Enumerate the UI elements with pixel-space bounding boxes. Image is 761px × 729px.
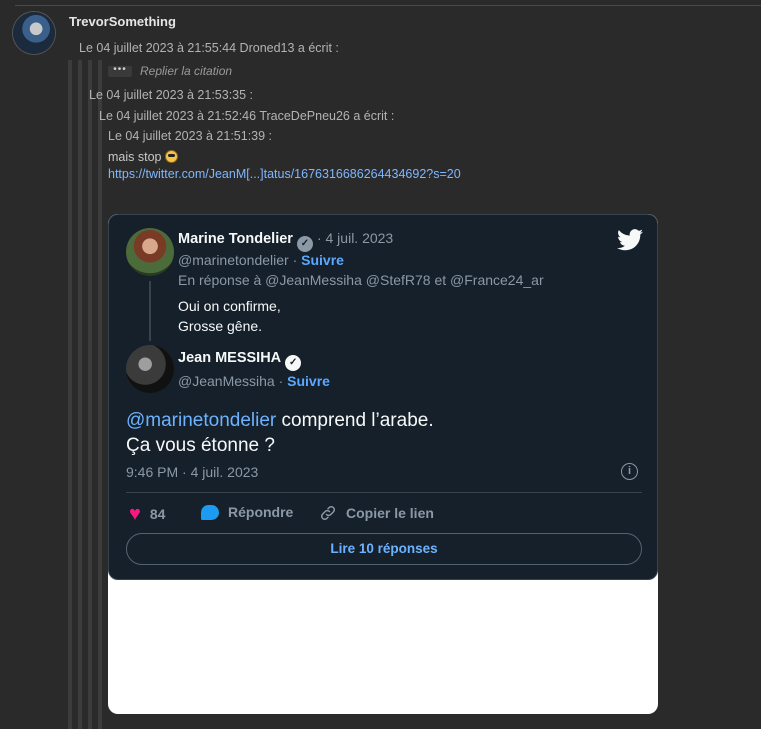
author1-handle: @marinetondelier · Suivre [178, 252, 344, 268]
quote-header: Le 04 juillet 2023 à 21:55:44 Droned13 a… [79, 41, 339, 55]
heart-icon: ♥ [129, 503, 141, 525]
collapse-dots-button[interactable]: ••• [108, 65, 132, 77]
tweet-timestamp[interactable]: 9:46 PM · 4 juil. 2023 [126, 464, 258, 480]
reply-button[interactable]: Répondre [201, 504, 293, 520]
avatar[interactable] [13, 12, 55, 54]
follow-button[interactable]: Suivre [301, 252, 344, 268]
top-divider [15, 5, 761, 6]
author1-date[interactable]: · 4 juil. 2023 [317, 230, 393, 246]
quote-bar [88, 60, 92, 729]
follow-button[interactable]: Suivre [287, 373, 330, 389]
quote-header: Le 04 juillet 2023 à 21:53:35 : [89, 88, 254, 102]
author1-name[interactable]: Marine Tondelier ✓ · 4 juil. 2023 [178, 230, 393, 252]
like-count: 84 [149, 506, 166, 522]
author2-avatar[interactable] [126, 345, 174, 393]
laughing-emoji-icon [164, 150, 178, 163]
message-text: mais stop [108, 150, 178, 164]
verified-badge-icon: ✓ [285, 355, 302, 371]
quoted-tweet-text: Oui on confirme, Grosse gêne. [178, 298, 281, 334]
tweet-link[interactable]: https://twitter.com/JeanM[...]tatus/1676… [108, 167, 461, 181]
like-button[interactable]: ♥ 84 [129, 504, 165, 524]
tweet-embed-card: Marine Tondelier ✓ · 4 juil. 2023 @marinet… [108, 214, 658, 714]
author2-name[interactable]: Jean MESSIHA ✓ [178, 350, 302, 371]
copy-link-button[interactable]: Copier le lien [319, 504, 434, 522]
link-icon [320, 505, 336, 521]
thread-line [149, 281, 151, 341]
info-icon[interactable]: i [621, 463, 638, 480]
quote-bar [98, 60, 102, 729]
tweet-embed: Marine Tondelier ✓ · 4 juil. 2023 @marinet… [108, 214, 658, 580]
quote-header: Le 04 juillet 2023 à 21:51:39 : [108, 129, 273, 143]
in-reply-to: En réponse à @JeanMessiha @StefR78 et @F… [178, 272, 544, 288]
read-replies-button[interactable]: Lire 10 réponses [126, 533, 642, 565]
divider [126, 492, 642, 493]
author1-avatar[interactable] [126, 228, 174, 276]
post-author[interactable]: TrevorSomething [69, 14, 176, 29]
reply-bubble-icon [201, 504, 219, 520]
tweet-text: @marinetondelier comprend l’arabe. Ça vo… [126, 410, 434, 456]
verified-badge-icon: ✓ [296, 236, 313, 252]
quote-header: Le 04 juillet 2023 à 21:52:46 TraceDePne… [99, 109, 395, 123]
twitter-bird-icon[interactable] [617, 229, 643, 251]
collapse-quote-link[interactable]: Replier la citation [140, 64, 232, 78]
mention-link[interactable]: @marinetondelier [126, 410, 276, 431]
quote-bar [78, 60, 82, 729]
quote-bar [68, 60, 72, 729]
author2-handle: @JeanMessiha · Suivre [178, 373, 330, 389]
